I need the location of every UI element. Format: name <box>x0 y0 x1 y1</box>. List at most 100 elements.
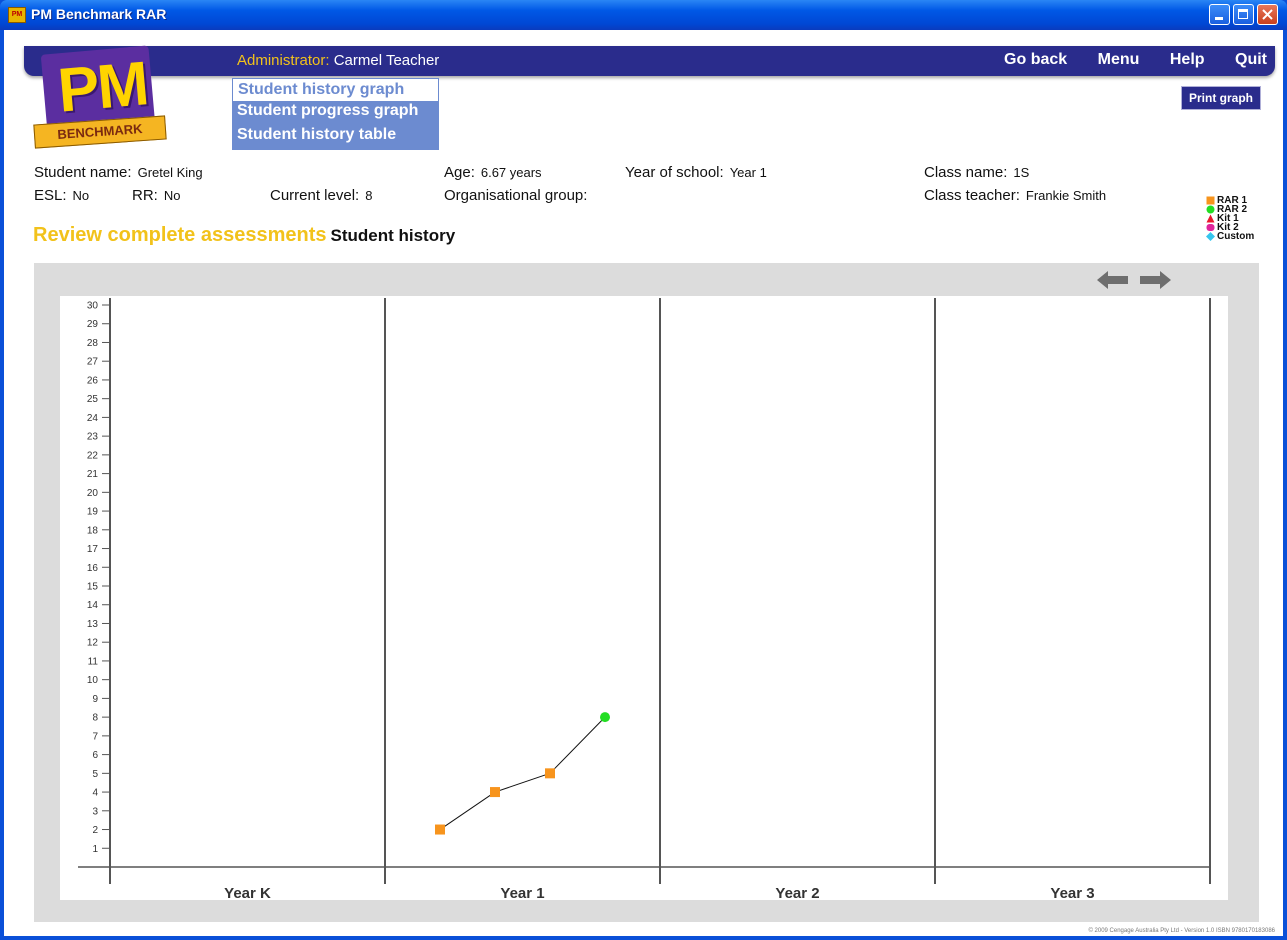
data-point-rar1 <box>490 787 500 798</box>
y-tick-label: 2 <box>92 825 98 836</box>
student-name-value: Gretel King <box>137 165 203 180</box>
window-title: PM Benchmark RAR <box>31 6 167 22</box>
y-tick-label: 9 <box>92 694 98 705</box>
quit-link[interactable]: Quit <box>1235 51 1267 68</box>
x-category-label: Year 3 <box>1050 885 1094 900</box>
class-teacher: Class teacher: Frankie Smith <box>924 187 1106 204</box>
class-teacher-label: Class teacher: <box>924 187 1020 204</box>
y-tick-label: 18 <box>87 525 99 536</box>
student-history-chart: 1234567891011121314151617181920212223242… <box>78 298 1211 900</box>
student-year: Year of school: Year 1 <box>625 164 767 181</box>
pm-benchmark-logo: PM BENCHMARK <box>32 45 168 154</box>
arrow-right-icon[interactable] <box>1140 271 1171 289</box>
y-tick-label: 3 <box>92 806 98 817</box>
y-tick-label: 17 <box>87 544 99 555</box>
y-tick-label: 6 <box>92 750 98 761</box>
administrator-name: Carmel Teacher <box>333 52 440 69</box>
organisational-group-label: Organisational group: <box>444 187 588 204</box>
minimize-icon <box>1215 17 1223 20</box>
y-tick-label: 16 <box>87 563 99 574</box>
y-tick-label: 11 <box>88 656 99 667</box>
data-point-rar2 <box>600 712 610 723</box>
x-category-label: Year 1 <box>500 885 544 900</box>
minimize-button[interactable] <box>1209 4 1230 25</box>
rounded-marker-icon <box>1206 224 1215 231</box>
go-back-link[interactable]: Go back <box>1004 51 1067 68</box>
esl-label: ESL: <box>34 187 67 204</box>
circle-marker-icon <box>1206 205 1215 214</box>
y-tick-label: 4 <box>92 788 98 799</box>
rr-info: RR: No <box>132 187 180 204</box>
class-teacher-value: Frankie Smith <box>1025 188 1107 203</box>
current-level-label: Current level: <box>270 187 360 204</box>
menu-item-student-history-table[interactable]: Student history table <box>232 126 439 150</box>
esl-info: ESL: No <box>34 187 89 204</box>
maximize-button[interactable] <box>1233 4 1254 25</box>
y-tick-label: 19 <box>87 507 99 518</box>
window-titlebar: PM PM Benchmark RAR <box>0 0 1287 30</box>
rr-label: RR: <box>132 187 158 204</box>
current-level: Current level: 8 <box>270 187 372 204</box>
diamond-marker-icon <box>1206 232 1215 241</box>
y-tick-label: 29 <box>87 319 99 330</box>
data-point-rar1 <box>435 824 445 835</box>
header-nav-bar: Administrator: Carmel Teacher Go back Me… <box>24 46 1275 76</box>
y-tick-label: 14 <box>87 600 99 611</box>
series-line-segment <box>549 716 606 774</box>
review-complete-assessments-title: Review complete assessments <box>33 224 327 246</box>
maximize-icon <box>1238 9 1248 19</box>
y-tick-label: 23 <box>87 432 99 443</box>
x-category-label: Year K <box>224 885 271 900</box>
student-name-label: Student name: <box>34 164 132 181</box>
print-graph-button[interactable]: Print graph <box>1181 86 1261 110</box>
y-tick-label: 27 <box>87 357 99 368</box>
legend-label: Custom <box>1217 231 1255 242</box>
y-tick-label: 8 <box>92 713 98 724</box>
student-age: Age: 6.67 years <box>444 164 542 181</box>
help-link[interactable]: Help <box>1170 51 1205 68</box>
administrator-info: Administrator: Carmel Teacher <box>237 52 439 69</box>
scroll-arrows <box>1097 271 1171 289</box>
y-tick-label: 25 <box>87 394 99 405</box>
menu-link[interactable]: Menu <box>1098 51 1140 68</box>
menu-item-student-progress-graph[interactable]: Student progress graph <box>232 102 439 126</box>
y-tick-label: 28 <box>87 338 99 349</box>
chart-plot-area: 1 2 3 4 5 6 7 8 9 10 11 12 13 14 15 16 17 18 19 20 21 22 23 24 2… <box>60 296 1228 900</box>
student-history-subtitle: Student history <box>330 226 456 245</box>
x-category-label: Year 2 <box>775 885 819 900</box>
report-menu: Student history graph Student progress g… <box>232 78 439 150</box>
organisational-group: Organisational group: <box>444 187 593 204</box>
y-tick-label: 21 <box>87 469 99 480</box>
y-tick-label: 22 <box>87 450 99 461</box>
class-name-value: 1S <box>1013 165 1030 180</box>
legend-item-custom: Custom <box>1205 231 1255 242</box>
y-tick-label: 7 <box>92 731 98 742</box>
esl-value: No <box>72 188 90 203</box>
rr-value: No <box>163 188 181 203</box>
close-button[interactable] <box>1257 4 1278 25</box>
y-tick-label: 10 <box>87 675 99 686</box>
year-of-school-label: Year of school: <box>625 164 724 181</box>
square-marker-icon <box>1206 196 1215 205</box>
y-tick-label: 12 <box>87 638 99 649</box>
y-tick-label: 1 <box>92 844 98 855</box>
series-line-segment <box>494 772 551 793</box>
year-of-school-value: Year 1 <box>729 165 767 180</box>
arrow-left-icon[interactable] <box>1097 271 1128 289</box>
app-client-area: Administrator: Carmel Teacher Go back Me… <box>4 30 1283 936</box>
copyright-notice: © 2009 Cengage Australia Pty Ltd - Versi… <box>1088 928 1275 934</box>
current-level-value: 8 <box>365 188 373 203</box>
app-icon: PM <box>8 7 26 23</box>
triangle-marker-icon <box>1206 214 1215 223</box>
chart-legend: RAR 1 RAR 2 Kit 1 Kit 2 Custom <box>1205 196 1255 242</box>
menu-item-student-history-graph[interactable]: Student history graph <box>232 78 439 102</box>
age-value: 6.67 years <box>480 165 542 180</box>
age-label: Age: <box>444 164 475 181</box>
y-tick-label: 13 <box>87 619 99 630</box>
class-name-label: Class name: <box>924 164 1008 181</box>
top-nav: Go back Menu Help Quit <box>978 51 1267 69</box>
logo-pm-text: PM <box>55 49 150 126</box>
section-heading: Review complete assessments Student histo… <box>33 224 455 247</box>
y-tick-label: 20 <box>87 488 99 499</box>
series-line-segment <box>439 791 496 830</box>
